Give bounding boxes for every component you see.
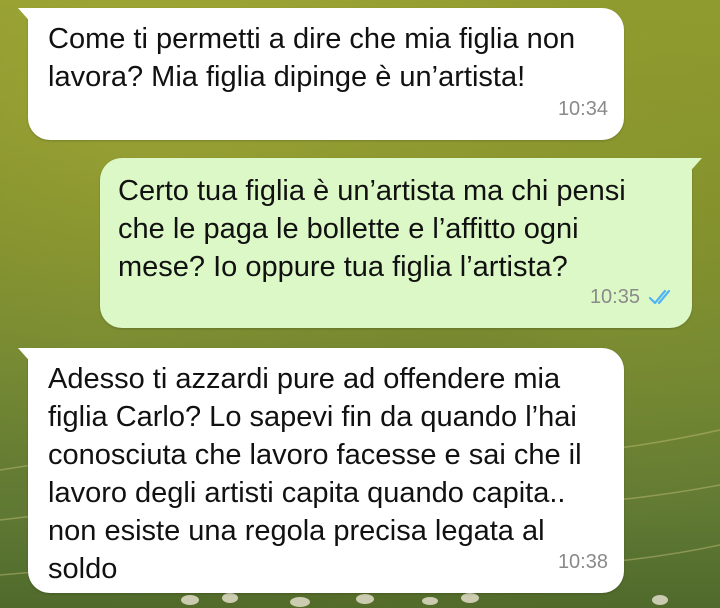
message-bubble-outgoing[interactable]: Certo tua figlia è un’artista ma chi pen… xyxy=(100,158,702,328)
message-text: Come ti permetti a dire che mia figlia n… xyxy=(48,23,576,93)
message-meta: 10:35 xyxy=(590,278,676,316)
message-time: 10:38 xyxy=(557,551,608,573)
message-bubble-incoming[interactable]: Adesso ti azzardi pure ad offendere mia … xyxy=(18,348,624,593)
double-check-read-icon xyxy=(648,289,671,305)
bubble-tail xyxy=(18,8,34,26)
message-text: Adesso ti azzardi pure ad offendere mia … xyxy=(48,363,582,585)
message-time: 10:34 xyxy=(557,98,608,120)
message-bubble-incoming[interactable]: Come ti permetti a dire che mia figlia n… xyxy=(18,8,624,140)
bubble-tail xyxy=(18,348,34,366)
message-text: Certo tua figlia è un’artista ma chi pen… xyxy=(118,175,626,283)
bubble-tail xyxy=(686,158,702,176)
message-time: 10:35 xyxy=(589,286,640,308)
message-meta: 10:38 xyxy=(558,543,608,581)
message-meta: 10:34 xyxy=(558,90,608,128)
